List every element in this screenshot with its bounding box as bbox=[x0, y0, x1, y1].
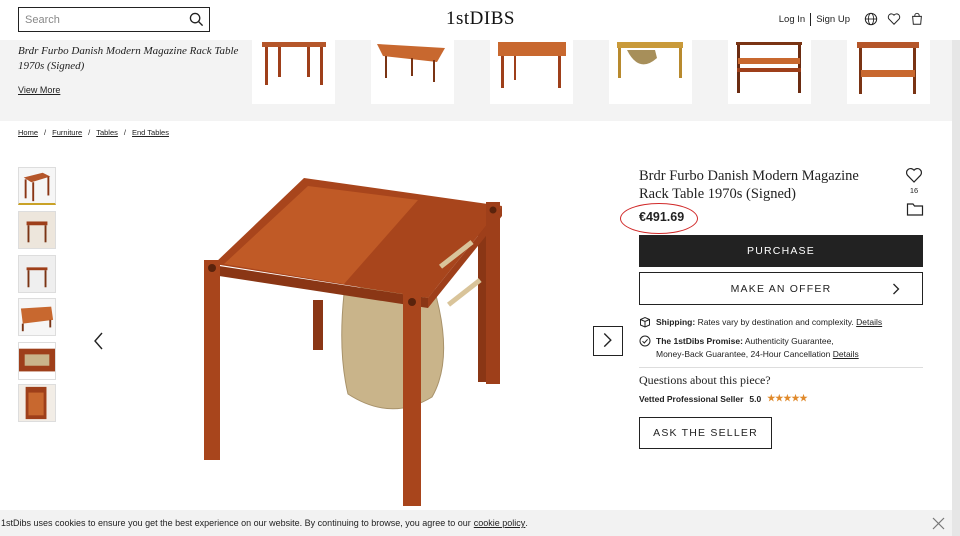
breadcrumb-end-tables[interactable]: End Tables bbox=[132, 128, 169, 137]
breadcrumb-separator: / bbox=[88, 128, 91, 137]
account-nav: Log In Sign Up bbox=[774, 12, 924, 26]
chevron-right-icon bbox=[603, 333, 612, 348]
heart-icon[interactable] bbox=[887, 12, 901, 26]
gallery-thumb[interactable] bbox=[18, 255, 56, 293]
cookie-banner: 1stDibs uses cookies to ensure you get t… bbox=[0, 510, 952, 536]
seller-rating: Vetted Professional Seller 5.0 ★★★★★ bbox=[639, 393, 808, 404]
shipping-details-link[interactable]: Details bbox=[856, 317, 882, 327]
site-logo[interactable]: 1stDIBS bbox=[446, 8, 515, 30]
gallery-thumb[interactable] bbox=[18, 298, 56, 336]
shipping-info: Shipping: Rates vary by destination and … bbox=[656, 316, 882, 329]
related-item-image bbox=[377, 44, 445, 82]
product-main-image[interactable] bbox=[196, 172, 510, 508]
next-image-button[interactable] bbox=[593, 326, 623, 356]
gallery-thumb-image bbox=[23, 172, 51, 202]
related-item-image bbox=[617, 42, 683, 78]
previous-image-arrow[interactable] bbox=[92, 331, 106, 351]
breadcrumb: Home / Furniture / Tables / End Tables bbox=[18, 128, 169, 137]
table-joint bbox=[208, 264, 216, 272]
seller-label: Vetted Professional Seller bbox=[639, 393, 744, 404]
related-item-image bbox=[262, 42, 326, 85]
related-items-strip: Brdr Furbo Danish Modern Magazine Rack T… bbox=[0, 40, 952, 121]
promise-text-line2: Money-Back Guarantee, 24-Hour Cancellati… bbox=[656, 349, 831, 359]
gallery-thumb[interactable] bbox=[18, 342, 56, 380]
table-leg bbox=[204, 260, 220, 460]
shipping-label: Shipping: bbox=[656, 317, 696, 327]
folder-icon[interactable] bbox=[906, 201, 924, 217]
signup-link[interactable]: Sign Up bbox=[811, 14, 855, 25]
related-item-thumb[interactable] bbox=[490, 40, 573, 104]
breadcrumb-home[interactable]: Home bbox=[18, 128, 38, 137]
gallery-thumb[interactable] bbox=[18, 167, 56, 205]
login-link[interactable]: Log In bbox=[774, 14, 810, 25]
shipping-text: Rates vary by destination and complexity… bbox=[697, 317, 854, 327]
search-icon[interactable] bbox=[189, 12, 204, 27]
search-box[interactable] bbox=[18, 7, 210, 32]
gallery-thumb[interactable] bbox=[18, 384, 56, 422]
star-rating-icons: ★★★★★ bbox=[767, 393, 808, 403]
promise-label: The 1stDibs Promise: bbox=[656, 336, 743, 346]
scrollbar-track[interactable] bbox=[952, 0, 960, 536]
promise-info: The 1stDibs Promise: Authenticity Guaran… bbox=[656, 335, 859, 361]
related-item-image bbox=[498, 42, 566, 88]
price-highlight-circle bbox=[620, 203, 698, 234]
favorite-heart-icon[interactable] bbox=[905, 166, 923, 184]
related-title: Brdr Furbo Danish Modern Magazine Rack T… bbox=[18, 45, 239, 72]
gallery-thumb-image bbox=[19, 256, 55, 292]
related-item-image bbox=[857, 42, 919, 94]
close-icon[interactable] bbox=[932, 517, 945, 530]
promise-text-line1: Authenticity Guarantee, bbox=[744, 336, 834, 346]
questions-heading: Questions about this piece? bbox=[639, 373, 771, 387]
table-leg bbox=[313, 300, 323, 350]
checkmark-circle-icon bbox=[639, 335, 651, 347]
chevron-right-icon bbox=[893, 283, 900, 295]
table-leg bbox=[486, 202, 500, 384]
gallery-thumb-image bbox=[19, 385, 55, 421]
breadcrumb-separator: / bbox=[123, 128, 126, 137]
make-offer-label: MAKE AN OFFER bbox=[730, 282, 832, 295]
purchase-button[interactable]: PURCHASE bbox=[639, 235, 923, 267]
table-joint bbox=[408, 298, 416, 306]
breadcrumb-furniture[interactable]: Furniture bbox=[52, 128, 82, 137]
shipping-box-icon bbox=[640, 316, 650, 328]
related-item-image bbox=[736, 42, 802, 93]
gallery-thumb[interactable] bbox=[18, 211, 56, 249]
bag-icon[interactable] bbox=[910, 12, 924, 26]
seller-rating-value: 5.0 bbox=[749, 393, 762, 404]
search-input[interactable] bbox=[25, 13, 185, 26]
table-dowel bbox=[447, 278, 482, 307]
related-item-thumb[interactable] bbox=[728, 40, 811, 104]
ask-seller-button[interactable]: ASK THE SELLER bbox=[639, 417, 772, 449]
related-item-thumb[interactable] bbox=[371, 40, 454, 104]
gallery-thumb-image bbox=[20, 306, 54, 332]
cookie-policy-link[interactable]: cookie policy bbox=[474, 518, 526, 528]
make-offer-button[interactable]: MAKE AN OFFER bbox=[639, 272, 923, 305]
promise-details-link[interactable]: Details bbox=[833, 349, 859, 359]
view-more-link[interactable]: View More bbox=[18, 85, 60, 95]
related-item-thumb[interactable] bbox=[609, 40, 692, 104]
table-joint bbox=[489, 206, 497, 214]
breadcrumb-tables[interactable]: Tables bbox=[96, 128, 118, 137]
related-item-thumb[interactable] bbox=[252, 40, 335, 104]
section-divider bbox=[639, 367, 923, 368]
product-title: Brdr Furbo Danish Modern Magazine Rack T… bbox=[639, 168, 859, 202]
cookie-text-end: . bbox=[525, 518, 528, 528]
gallery-thumb-image bbox=[19, 343, 55, 379]
site-header: 1stDIBS Log In Sign Up bbox=[0, 0, 960, 40]
breadcrumb-separator: / bbox=[44, 128, 47, 137]
favorites-count: 16 bbox=[909, 186, 919, 195]
gallery-thumb-image bbox=[19, 212, 55, 248]
globe-icon[interactable] bbox=[864, 12, 878, 26]
table-leg bbox=[403, 292, 421, 506]
related-item-thumb[interactable] bbox=[847, 40, 930, 104]
cookie-text: 1stDibs uses cookies to ensure you get t… bbox=[1, 518, 471, 528]
